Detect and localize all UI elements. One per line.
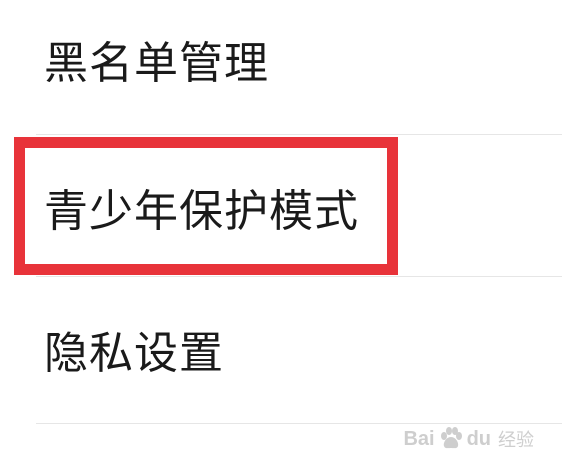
settings-menu: 黑名单管理 青少年保护模式 隐私设置: [0, 0, 562, 466]
menu-item-teen-protection-mode[interactable]: 青少年保护模式: [0, 135, 562, 277]
menu-item-label: 青少年保护模式: [44, 186, 359, 237]
menu-item-label: 隐私设置: [44, 328, 224, 379]
watermark-brand-b: du: [466, 427, 491, 450]
baidu-paw-icon: [440, 427, 462, 449]
divider: [36, 423, 562, 424]
menu-item-privacy-settings[interactable]: 隐私设置: [0, 277, 562, 424]
menu-item-label: 黑名单管理: [44, 38, 269, 89]
baidu-jingyan-watermark: Bai du 经验: [403, 426, 534, 452]
menu-item-blacklist[interactable]: 黑名单管理: [0, 0, 562, 135]
watermark-suffix: 经验: [498, 430, 534, 450]
watermark-brand-a: Bai: [403, 427, 435, 450]
